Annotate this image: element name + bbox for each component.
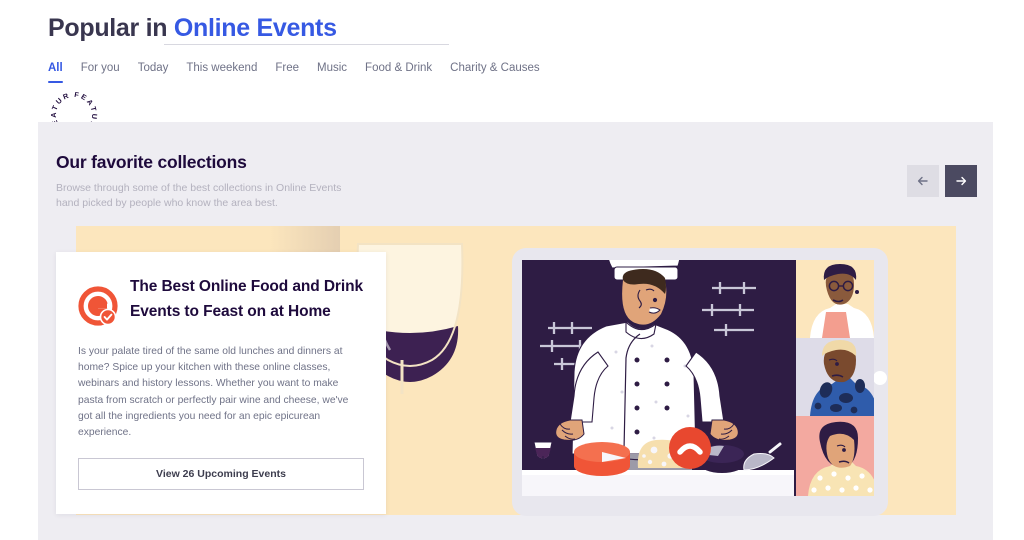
cooking-table	[522, 470, 794, 496]
tab-all[interactable]: All	[48, 62, 81, 83]
arrow-left-icon	[917, 176, 928, 186]
carousel-controls	[907, 165, 977, 197]
participant-thumbnails	[796, 260, 874, 496]
arrow-right-icon	[956, 176, 967, 186]
card-title: The Best Online Food and Drink Events to…	[130, 278, 363, 320]
card-description: Is your palate tired of the same old lun…	[78, 346, 349, 439]
carousel-next-button[interactable]	[945, 165, 977, 197]
end-call-button	[669, 427, 711, 469]
cooking-class-illustration	[340, 226, 956, 516]
page-title-accent: Online Events	[173, 14, 337, 42]
tab-for-you[interactable]: For you	[81, 62, 138, 83]
participant-thumbnail-3	[796, 416, 874, 496]
participant-thumbnail-2	[796, 338, 874, 416]
tab-today[interactable]: Today	[138, 62, 187, 83]
tab-free[interactable]: Free	[275, 62, 317, 83]
tab-this-weekend[interactable]: This weekend	[186, 62, 275, 83]
collections-subtitle: Browse through some of the best collecti…	[56, 181, 341, 211]
eventbrite-verified-logo-icon	[78, 286, 120, 328]
tab-charity-and-causes[interactable]: Charity & Causes	[450, 62, 557, 83]
cheese-wheel-red	[574, 442, 630, 476]
collections-subtitle-line-2: hand picked by people who know the area …	[56, 197, 278, 209]
collections-subtitle-line-1: Browse through some of the best collecti…	[56, 182, 342, 194]
tab-food-and-drink[interactable]: Food & Drink	[365, 62, 450, 83]
page-title-prefix: Popular in	[48, 14, 174, 42]
page-root: Popular in Online Events All For you Tod…	[0, 0, 1024, 540]
carousel-prev-button[interactable]	[907, 165, 939, 197]
tab-music[interactable]: Music	[317, 62, 365, 83]
collection-info-card: The Best Online Food and Drink Events to…	[56, 252, 386, 514]
category-tabs: All For you Today This weekend Free Musi…	[48, 62, 558, 83]
collections-title: Our favorite collections	[56, 152, 247, 172]
participant-thumbnail-1	[796, 260, 874, 338]
title-underline	[164, 44, 449, 45]
view-upcoming-events-button[interactable]: View 26 Upcoming Events	[78, 458, 364, 490]
collection-illustration	[340, 226, 956, 540]
card-header: The Best Online Food and Drink Events to…	[78, 272, 364, 328]
page-title: Popular in Online Events	[48, 14, 337, 43]
